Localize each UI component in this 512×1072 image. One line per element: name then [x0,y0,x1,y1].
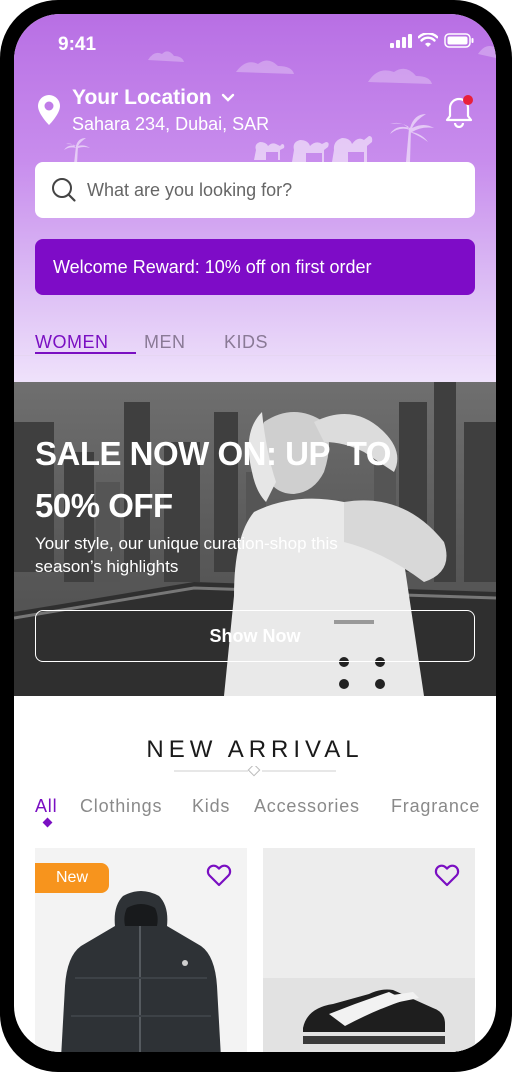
filter-all[interactable]: All [35,796,57,817]
hero-title: SALE NOW ON: UP TO 50% OFF [35,428,435,532]
new-arrival-title: NEW ARRIVAL [146,736,364,763]
status-time: 9:41 [58,34,97,55]
location-title[interactable]: Your Location [72,86,235,110]
hero-title-line-1: SALE NOW ON: UP TO [35,435,391,472]
header: 9:41 Your Location Sahara 234, Dubai, SA… [14,14,496,382]
hero-subtitle: Your style, our unique curation-shop thi… [35,534,338,576]
new-badge: New [35,863,109,893]
heart-icon[interactable] [205,862,233,888]
wifi-icon [418,33,438,47]
chevron-down-icon [222,94,235,103]
app-screen: 9:41 Your Location Sahara 234, Dubai, SA… [14,14,496,1052]
show-now-label: Show Now [209,625,301,646]
title-ornament [174,766,336,777]
filter-accessories[interactable]: Accessories [254,796,360,817]
location-pin-icon [38,95,60,125]
notification-dot [463,95,473,105]
category-filters: All Clothings Kids Accessories Fragrance [14,794,496,834]
notification-bell-icon[interactable] [444,94,476,128]
tab-men[interactable]: MEN [144,332,186,353]
welcome-reward-banner[interactable]: Welcome Reward: 10% off on first order [35,239,475,295]
hero-title-line-2: 50% OFF [35,487,173,524]
search-bar[interactable] [35,162,475,218]
filter-kids[interactable]: Kids [192,796,230,817]
tabs-divider [14,355,496,356]
location-address: Sahara 234, Dubai, SAR [72,114,270,134]
phone-frame: 9:41 Your Location Sahara 234, Dubai, SA… [0,0,512,1072]
tab-women[interactable]: WOMEN [35,332,109,353]
show-now-button[interactable]: Show Now [35,610,475,662]
location-title-text: Your Location [72,86,212,109]
search-input[interactable] [87,179,447,201]
product-card[interactable] [263,848,475,1052]
search-icon [52,178,76,202]
status-icons [390,33,474,48]
battery-icon [444,33,474,48]
filter-fragrance[interactable]: Fragrance [391,796,480,817]
product-card[interactable]: New [35,848,247,1052]
active-tab-indicator [35,352,136,354]
filter-clothings[interactable]: Clothings [80,796,162,817]
tab-kids[interactable]: KIDS [224,332,268,353]
status-bar: 9:41 [14,14,496,74]
sale-hero-banner: SALE NOW ON: UP TO 50% OFF Your style, o… [14,382,496,696]
heart-icon[interactable] [433,862,461,888]
signal-icon [390,33,412,48]
reward-text: Welcome Reward: 10% off on first order [53,256,372,277]
